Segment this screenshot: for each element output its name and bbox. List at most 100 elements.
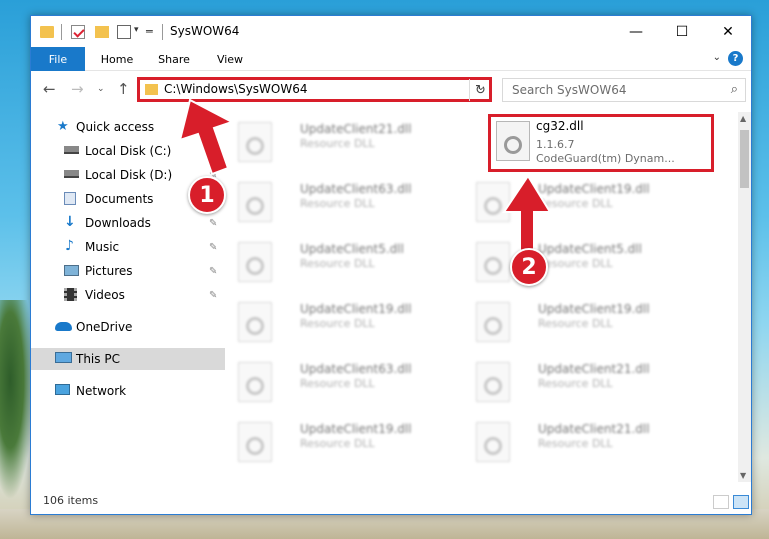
list-item[interactable]: UpdateClient21.dll Resource DLL	[464, 356, 694, 412]
recent-locations-icon[interactable]: ⌄	[97, 84, 105, 94]
scroll-up-icon[interactable]: ▲	[740, 114, 746, 123]
file-name: UpdateClient63.dll	[300, 182, 412, 196]
list-item[interactable]: UpdateClient5.dll Resource DLL	[464, 236, 694, 292]
status-bar: 106 items	[31, 490, 751, 514]
file-name: UpdateClient19.dll	[538, 182, 650, 196]
scroll-down-icon[interactable]: ▼	[740, 471, 746, 480]
gear-icon	[246, 377, 264, 395]
sidebar-item-label: Quick access	[76, 120, 155, 134]
list-item[interactable]: UpdateClient21.dll Resource DLL	[226, 116, 456, 172]
back-arrow-icon[interactable]: ←	[43, 80, 56, 98]
list-item[interactable]: UpdateClient19.dll Resource DLL	[226, 296, 456, 352]
tab-share[interactable]: Share	[149, 47, 199, 71]
large-icons-view-icon[interactable]	[733, 495, 749, 509]
customize-toolbar-icon[interactable]: ═	[146, 25, 153, 38]
network-icon	[55, 384, 70, 395]
gear-icon	[246, 437, 264, 455]
file-description: CodeGuard(tm) Dynam...	[536, 152, 675, 165]
list-item[interactable]: UpdateClient19.dll Resource DLL	[226, 416, 456, 472]
navigation-pane: ★ Quick access Local Disk (C:) ✎ Local D…	[31, 112, 225, 482]
file-name: cg32.dll	[536, 119, 584, 133]
pin-icon[interactable]: ✎	[209, 242, 217, 253]
pictures-icon	[64, 265, 79, 276]
sidebar-item-label: Downloads	[85, 216, 151, 230]
dll-file-icon	[476, 242, 510, 282]
file-type: Resource DLL	[538, 257, 613, 270]
dll-file-icon	[476, 182, 510, 222]
list-item[interactable]: UpdateClient19.dll Resource DLL	[464, 176, 694, 232]
file-name: UpdateClient21.dll	[538, 362, 650, 376]
list-item[interactable]: UpdateClient5.dll Resource DLL	[226, 236, 456, 292]
gear-icon	[484, 197, 502, 215]
item-count: 106 items	[43, 494, 99, 507]
scrollbar-thumb[interactable]	[740, 130, 749, 188]
sidebar-item-label: This PC	[76, 352, 120, 366]
drive-icon	[64, 146, 79, 154]
tab-view[interactable]: View	[207, 47, 253, 71]
file-type: Resource DLL	[300, 377, 375, 390]
properties-icon[interactable]	[117, 25, 131, 39]
sidebar-item-videos[interactable]: Videos ✎	[31, 284, 225, 306]
vertical-scrollbar[interactable]: ▲ ▼	[738, 112, 751, 482]
file-type: Resource DLL	[538, 317, 613, 330]
file-type: Resource DLL	[300, 437, 375, 450]
sidebar-item-local-disk-c[interactable]: Local Disk (C:) ✎	[31, 140, 225, 162]
step-badge-1: 1	[188, 176, 226, 214]
sidebar-item-network[interactable]: Network	[31, 380, 225, 402]
new-folder-icon[interactable]	[95, 26, 109, 38]
address-folder-icon	[145, 84, 158, 95]
sidebar-item-onedrive[interactable]: OneDrive	[31, 316, 225, 338]
pin-icon[interactable]: ✎	[209, 290, 217, 301]
gear-icon	[246, 257, 264, 275]
properties-check-icon[interactable]	[71, 25, 85, 39]
title-bar[interactable]: ▾ ═ SysWOW64 — ☐ ✕	[31, 16, 751, 47]
file-version: 1.1.6.7	[536, 138, 575, 151]
close-button[interactable]: ✕	[705, 16, 751, 47]
cloud-icon	[55, 322, 72, 331]
file-name: UpdateClient5.dll	[538, 242, 642, 256]
sidebar-item-label: Music	[85, 240, 120, 254]
gear-icon	[484, 377, 502, 395]
help-icon[interactable]: ?	[728, 51, 743, 66]
star-icon: ★	[57, 119, 69, 134]
address-path[interactable]: C:\Windows\SysWOW64	[164, 82, 308, 96]
gear-icon	[246, 317, 264, 335]
download-icon: ↓	[64, 214, 76, 230]
file-list[interactable]: UpdateClient21.dll Resource DLL UpdateCl…	[226, 112, 738, 482]
list-item[interactable]: UpdateClient63.dll Resource DLL	[226, 176, 456, 232]
quick-access-dropdown-icon[interactable]: ▾	[134, 25, 139, 35]
gear-icon	[484, 257, 502, 275]
search-input[interactable]: Search SysWOW64 ⌕	[502, 78, 746, 102]
address-bar[interactable]: C:\Windows\SysWOW64 ⌄	[137, 77, 492, 102]
pin-icon[interactable]: ✎	[209, 146, 217, 157]
maximize-button[interactable]: ☐	[659, 16, 705, 47]
sidebar-item-downloads[interactable]: ↓ Downloads ✎	[31, 212, 225, 234]
minimize-button[interactable]: —	[613, 16, 659, 47]
sidebar-item-pictures[interactable]: Pictures ✎	[31, 260, 225, 282]
forward-arrow-icon[interactable]: →	[71, 80, 84, 98]
highlighted-file-cg32[interactable]: cg32.dll 1.1.6.7 CodeGuard(tm) Dynam...	[488, 114, 714, 172]
pin-icon[interactable]: ✎	[209, 218, 217, 229]
details-view-icon[interactable]	[713, 495, 729, 509]
desktop-palm	[0, 300, 34, 500]
list-item[interactable]: UpdateClient63.dll Resource DLL	[226, 356, 456, 412]
gear-icon	[484, 317, 502, 335]
sidebar-item-quick-access[interactable]: ★ Quick access	[31, 116, 225, 138]
sidebar-item-this-pc[interactable]: This PC	[31, 348, 225, 370]
expand-ribbon-icon[interactable]: ⌄	[713, 52, 721, 63]
refresh-icon[interactable]: ↻	[469, 79, 491, 101]
pin-icon[interactable]: ✎	[209, 266, 217, 277]
up-arrow-icon[interactable]: ↑	[117, 80, 130, 98]
search-icon[interactable]: ⌕	[731, 82, 738, 97]
tab-file[interactable]: File	[31, 47, 85, 71]
sidebar-item-music[interactable]: ♪ Music ✎	[31, 236, 225, 258]
documents-icon	[64, 192, 76, 205]
sidebar-item-label: Network	[76, 384, 127, 398]
drive-icon	[64, 170, 79, 178]
file-name: UpdateClient19.dll	[538, 302, 650, 316]
list-item[interactable]: UpdateClient19.dll Resource DLL	[464, 296, 694, 352]
dll-file-icon	[238, 362, 272, 402]
list-item[interactable]: UpdateClient21.dll Resource DLL	[464, 416, 694, 472]
tab-home[interactable]: Home	[93, 47, 141, 71]
file-type: Resource DLL	[538, 197, 613, 210]
